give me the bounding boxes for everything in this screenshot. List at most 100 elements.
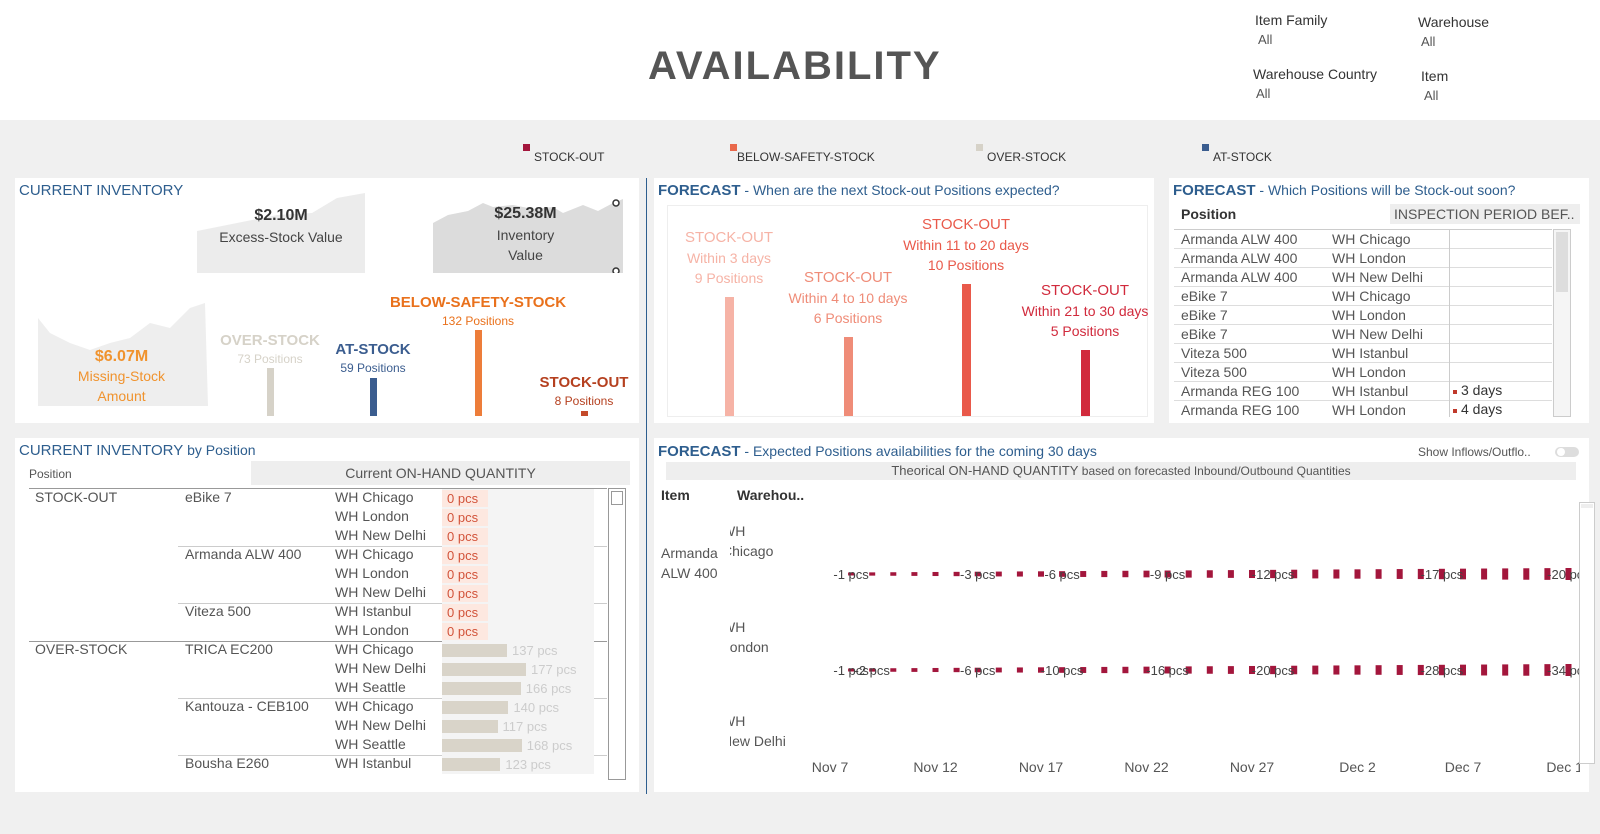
category-bar[interactable] (581, 410, 588, 416)
which-item: eBike 7 (1181, 307, 1228, 323)
availability-mark (1101, 666, 1108, 674)
which-row[interactable]: eBike 7 WH New Delhi (1174, 325, 1552, 344)
availability-mark (1206, 570, 1213, 578)
filter-value[interactable]: All (1424, 88, 1448, 103)
which-warehouse: WH New Delhi (1332, 269, 1424, 285)
which-warehouse: WH London (1332, 364, 1406, 380)
availability-mark (1038, 571, 1044, 577)
qty-value: 0 pcs (447, 548, 479, 563)
category-bar[interactable] (267, 368, 274, 416)
which-item: eBike 7 (1181, 288, 1228, 304)
warehouse-label: WH Chicago (335, 641, 414, 657)
col-header-item[interactable]: Item (661, 487, 690, 503)
scrollbar-thumb[interactable] (611, 491, 623, 505)
qty-bar[interactable] (442, 644, 508, 657)
which-days: 3 days (1461, 382, 1503, 398)
which-row[interactable]: Armanda REG 100 WH Istanbul 3 days (1174, 382, 1552, 401)
category-name: AT-STOCK (335, 341, 411, 358)
inventory-value-card[interactable]: $25.38M Inventory Value (423, 193, 628, 273)
which-row[interactable]: Viteza 500 WH Istanbul (1174, 344, 1552, 363)
forecast-which-table: Armanda ALW 400 WH Chicago Armanda ALW 400… (1174, 229, 1552, 417)
legend-item-stock-out[interactable]: STOCK-OUT (523, 144, 604, 164)
availability-mark (1354, 665, 1361, 675)
legend-item-at-stock[interactable]: AT-STOCK (1202, 144, 1272, 164)
col-header-position[interactable]: Position (1181, 206, 1236, 222)
qty-value: 123 pcs (505, 757, 551, 772)
forecast-bar[interactable] (962, 284, 971, 416)
availability-label: -1 pcs (833, 567, 869, 582)
availability-mark (911, 572, 918, 576)
filter-value[interactable]: All (1421, 34, 1489, 49)
legend-item-below-safety-stock[interactable]: BELOW-SAFETY-STOCK (730, 144, 875, 164)
forecast-bar-range: Within 21 to 30 days (1021, 303, 1149, 319)
forecast-bar-range: Within 11 to 20 days (903, 237, 1029, 253)
which-row[interactable]: Viteza 500 WH London (1174, 363, 1552, 382)
inflows-toggle[interactable] (1555, 447, 1579, 457)
forecast-which-title: FORECAST - Which Positions will be Stock… (1173, 182, 1515, 199)
which-item: eBike 7 (1181, 326, 1228, 342)
availability-mark (1396, 569, 1403, 579)
warehouse-label: WH Chicago (335, 546, 414, 562)
title-rest: by Position (183, 442, 256, 458)
filter-warehouse[interactable]: Warehouse All (1418, 14, 1489, 49)
which-scrollbar[interactable] (1553, 229, 1571, 417)
availability-mark (1185, 570, 1192, 578)
availability-mark (1333, 569, 1340, 579)
forecast-bar-name: STOCK-OUT (921, 216, 1011, 233)
which-row[interactable]: eBike 7 WH London (1174, 306, 1552, 325)
availability-mark (995, 667, 1002, 673)
availability-mark (890, 572, 897, 576)
qty-value: 177 pcs (531, 662, 577, 677)
availability-mark (953, 667, 960, 673)
qty-bar[interactable] (442, 663, 526, 676)
availability-label: -6 pcs (1044, 567, 1080, 582)
forecast-bar[interactable] (844, 336, 853, 416)
which-row[interactable]: Armanda REG 100 WH London 4 days (1174, 401, 1552, 417)
qty-bar[interactable] (442, 739, 522, 752)
qty-value: 140 pcs (513, 700, 559, 715)
forecast-bar[interactable] (1081, 350, 1090, 416)
filter-value[interactable]: All (1256, 86, 1377, 101)
availability-label: -28 pcs (1421, 663, 1464, 678)
filter-label: Warehouse Country (1253, 66, 1377, 82)
warehouse-label: WH London (335, 622, 409, 638)
qty-bar[interactable] (442, 701, 509, 714)
legend-swatch (523, 144, 530, 151)
availability-mark (1523, 664, 1530, 676)
qty-bar[interactable] (442, 720, 498, 733)
avail-scrollbar[interactable] (1579, 502, 1595, 764)
col-header-inspection[interactable]: INSPECTION PERIOD BEF.. (1390, 204, 1580, 224)
filter-label: Warehouse (1418, 14, 1490, 30)
qty-bar[interactable] (442, 758, 501, 771)
warehouse-label: Chicago (730, 543, 774, 559)
filter-item-family[interactable]: Item Family All (1255, 12, 1327, 47)
qty-bar[interactable] (442, 682, 521, 695)
excess-stock-card[interactable]: $2.10M Excess-Stock Value (197, 193, 365, 273)
forecast-bar[interactable] (725, 297, 734, 416)
which-row[interactable]: eBike 7 WH Chicago (1174, 287, 1552, 306)
warehouse-label: WH Chicago (335, 489, 414, 505)
scrollbar-thumb[interactable] (1556, 232, 1568, 292)
title-rest: - Which Positions will be Stock-out soon… (1255, 182, 1516, 198)
which-item: Armanda REG 100 (1181, 383, 1300, 399)
category-bar[interactable] (370, 377, 377, 416)
filter-value[interactable]: All (1258, 32, 1327, 47)
col-header-qty[interactable]: Current ON-HAND QUANTITY (251, 461, 630, 485)
which-row[interactable]: Armanda ALW 400 WH New Delhi (1174, 268, 1552, 287)
section-divider (646, 178, 647, 794)
which-item: Viteza 500 (1181, 364, 1247, 380)
scrollbar-thumb[interactable] (1581, 504, 1593, 508)
filter-warehouse-country[interactable]: Warehouse Country All (1253, 66, 1377, 101)
qty-value: 137 pcs (512, 643, 558, 658)
which-row[interactable]: Armanda ALW 400 WH London (1174, 249, 1552, 268)
filter-item[interactable]: Item All (1421, 68, 1448, 103)
by-position-title: CURRENT INVENTORY by Position (19, 442, 256, 459)
which-row[interactable]: Armanda ALW 400 WH Chicago (1174, 230, 1552, 249)
warehouse-label: WH Istanbul (335, 755, 412, 771)
warehouse-label: WH New Delhi (335, 660, 427, 676)
col-header-position[interactable]: Position (29, 467, 72, 481)
title-bold: FORECAST (658, 443, 741, 460)
legend-item-over-stock[interactable]: OVER-STOCK (976, 144, 1066, 164)
position-scrollbar[interactable] (608, 488, 626, 780)
which-warehouse: WH Chicago (1332, 288, 1411, 304)
